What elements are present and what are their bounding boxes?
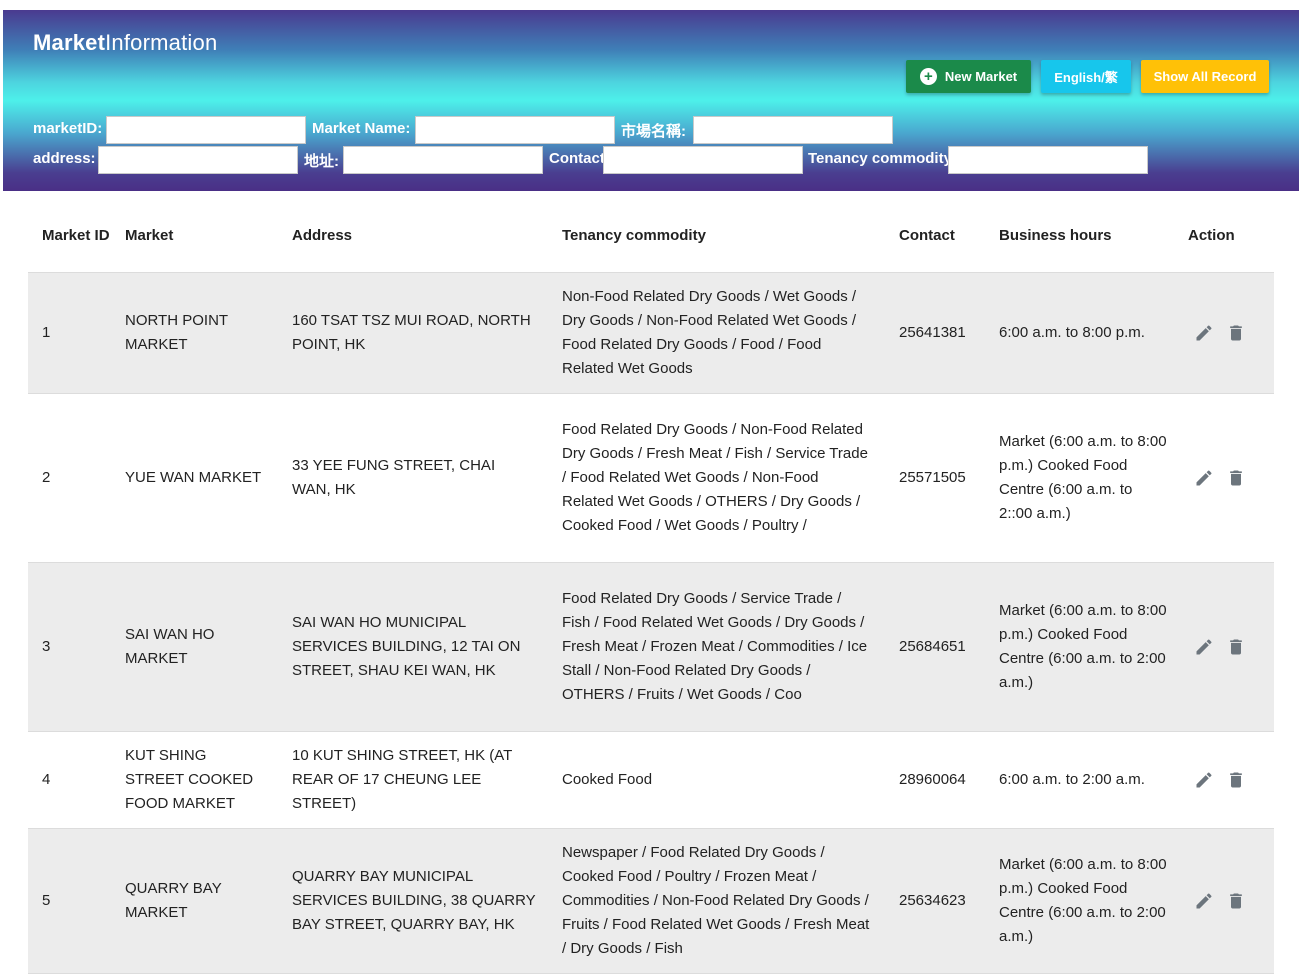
language-toggle-button[interactable]: English/繁 [1041, 60, 1131, 93]
brand-rest: Information [105, 30, 218, 55]
pencil-icon[interactable] [1194, 468, 1214, 488]
cell-id: 4 [42, 771, 51, 788]
cell-action [1188, 829, 1268, 973]
table-row: 1 NORTH POINT MARKET 160 TSAT TSZ MUI RO… [28, 273, 1274, 394]
cell-contact: 25641381 [899, 324, 966, 341]
cell-hours: Market (6:00 a.m. to 8:00 p.m.) Cooked F… [999, 856, 1167, 945]
market-id-label: marketID: [33, 120, 103, 137]
pencil-icon[interactable] [1194, 770, 1214, 790]
cell-id: 2 [42, 469, 51, 486]
pencil-icon[interactable] [1194, 891, 1214, 911]
table-row: 5 QUARRY BAY MARKET QUARRY BAY MUNICIPAL… [28, 829, 1274, 974]
trash-icon[interactable] [1226, 891, 1246, 911]
brand-title: MarketInformation [33, 30, 217, 56]
cell-contact: 28960064 [899, 771, 966, 788]
new-market-label: New Market [944, 69, 1018, 84]
plus-circle-icon: + [919, 68, 937, 85]
header-hours: Business hours [999, 227, 1112, 244]
cell-tenancy: Cooked Food [562, 771, 653, 788]
tenancy-input[interactable] [948, 146, 1148, 174]
cell-tenancy: Food Related Dry Goods / Non-Food Relate… [562, 421, 868, 534]
address-zh-input[interactable] [343, 146, 543, 174]
cell-address: SAI WAN HO MUNICIPAL SERVICES BUILDING, … [292, 614, 521, 679]
cell-action [1188, 394, 1268, 562]
cell-contact: 25684651 [899, 638, 966, 655]
contact-label: Contact [549, 150, 605, 167]
table-header-row: Market ID Market Address Tenancy commodi… [28, 200, 1274, 273]
cell-tenancy: Food Related Dry Goods / Service Trade /… [562, 590, 868, 703]
cell-action [1188, 732, 1268, 828]
cell-action [1188, 563, 1268, 731]
table-row: 2 YUE WAN MARKET 33 YEE FUNG STREET, CHA… [28, 394, 1274, 563]
page-header: MarketInformation + New Market English/繁… [3, 10, 1299, 191]
trash-icon[interactable] [1226, 323, 1246, 343]
show-all-records-button[interactable]: Show All Record [1141, 60, 1269, 93]
market-name-label: Market Name: [312, 120, 411, 137]
trash-icon[interactable] [1226, 468, 1246, 488]
cell-tenancy: Non-Food Related Dry Goods / Wet Goods /… [562, 288, 857, 377]
header-address: Address [292, 227, 353, 244]
header-tenancy: Tenancy commodity [562, 227, 706, 244]
cell-tenancy: Newspaper / Food Related Dry Goods / Coo… [562, 844, 870, 957]
table-row: 4 KUT SHING STREET COOKED FOOD MARKET 10… [28, 732, 1274, 829]
pencil-icon[interactable] [1194, 323, 1214, 343]
header-action: Action [1188, 227, 1235, 244]
contact-input[interactable] [603, 146, 803, 174]
trash-icon[interactable] [1226, 770, 1246, 790]
address-input[interactable] [98, 146, 298, 174]
tenancy-label: Tenancy commodity [808, 150, 952, 167]
cell-action [1188, 273, 1268, 393]
header-market: Market [125, 227, 174, 244]
cell-market: QUARRY BAY MARKET [125, 880, 222, 921]
cell-market: KUT SHING STREET COOKED FOOD MARKET [125, 747, 254, 812]
new-market-button[interactable]: + New Market [906, 60, 1031, 93]
cell-contact: 25634623 [899, 892, 966, 909]
cell-id: 5 [42, 892, 51, 909]
cell-address: QUARRY BAY MUNICIPAL SERVICES BUILDING, … [292, 868, 536, 933]
cell-market: SAI WAN HO MARKET [125, 626, 215, 667]
address-zh-label: 地址: [304, 153, 339, 170]
brand-bold: Market [33, 30, 106, 55]
cell-hours: 6:00 a.m. to 2:00 a.m. [999, 771, 1145, 788]
market-name-zh-label: 市場名稱: [621, 123, 686, 140]
market-name-input[interactable] [415, 116, 615, 144]
cell-id: 1 [42, 324, 51, 341]
cell-address: 10 KUT SHING STREET, HK (AT REAR OF 17 C… [292, 747, 513, 812]
market-id-input[interactable] [106, 116, 306, 144]
cell-market: NORTH POINT MARKET [125, 312, 228, 353]
cell-market: YUE WAN MARKET [125, 469, 262, 486]
header-id: Market ID [42, 227, 110, 244]
cell-hours: Market (6:00 a.m. to 8:00 p.m.) Cooked F… [999, 433, 1167, 522]
trash-icon[interactable] [1226, 637, 1246, 657]
address-label: address: [33, 150, 96, 167]
pencil-icon[interactable] [1194, 637, 1214, 657]
header-contact: Contact [899, 227, 955, 244]
cell-hours: Market (6:00 a.m. to 8:00 p.m.) Cooked F… [999, 602, 1167, 691]
cell-address: 160 TSAT TSZ MUI ROAD, NORTH POINT, HK [292, 312, 531, 353]
market-name-zh-input[interactable] [693, 116, 893, 144]
cell-hours: 6:00 a.m. to 8:00 p.m. [999, 324, 1145, 341]
cell-id: 3 [42, 638, 51, 655]
cell-address: 33 YEE FUNG STREET, CHAI WAN, HK [292, 457, 496, 498]
table-row: 3 SAI WAN HO MARKET SAI WAN HO MUNICIPAL… [28, 563, 1274, 732]
cell-contact: 25571505 [899, 469, 966, 486]
